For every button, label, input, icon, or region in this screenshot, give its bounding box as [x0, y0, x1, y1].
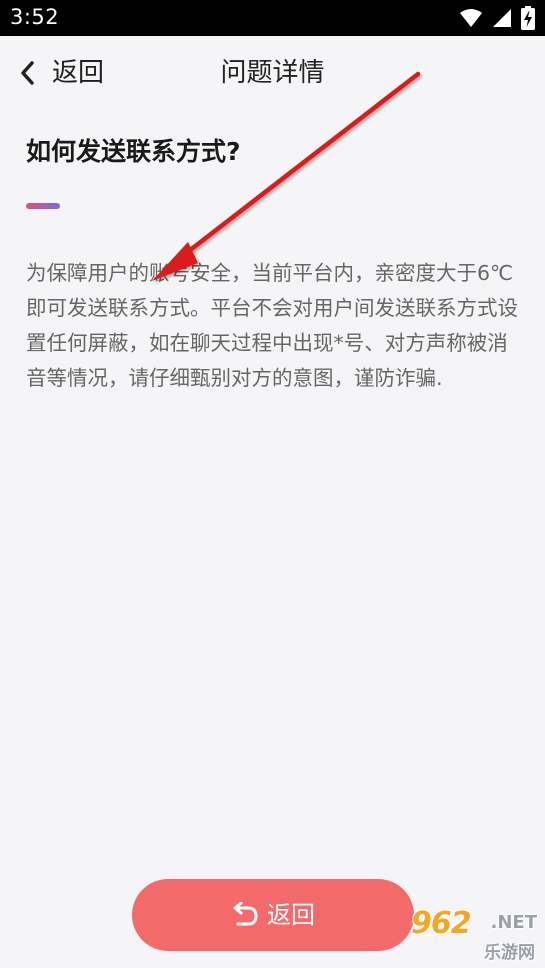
bottom-back-button[interactable]: 返回 [132, 879, 414, 951]
question-title: 如何发送联系方式? [26, 137, 241, 166]
watermark-number: 962 [411, 906, 472, 941]
cellular-signal-icon [492, 8, 512, 28]
battery-charging-icon [521, 6, 535, 30]
app-header: 返回 问题详情 [0, 36, 545, 110]
bottom-back-button-label: 返回 [267, 901, 315, 929]
undo-arrow-icon [231, 902, 267, 928]
title-accent-bar [26, 203, 60, 209]
status-bar: 3:52 [0, 0, 545, 36]
answer-text: 为保障用户的账号安全，当前平台内，亲密度大于6℃即可发送联系方式。平台不会对用户… [26, 261, 518, 390]
watermark-suffix: .NET [490, 912, 537, 933]
watermark-logo: 962 .NET 乐游网 [407, 902, 539, 964]
chevron-left-icon [20, 61, 34, 85]
header-back-label: 返回 [52, 58, 105, 88]
header-back-button[interactable]: 返回 [20, 56, 104, 90]
status-time: 3:52 [10, 5, 60, 29]
wifi-icon [459, 8, 483, 28]
watermark-subtitle: 乐游网 [484, 943, 535, 963]
status-icons [459, 6, 535, 30]
